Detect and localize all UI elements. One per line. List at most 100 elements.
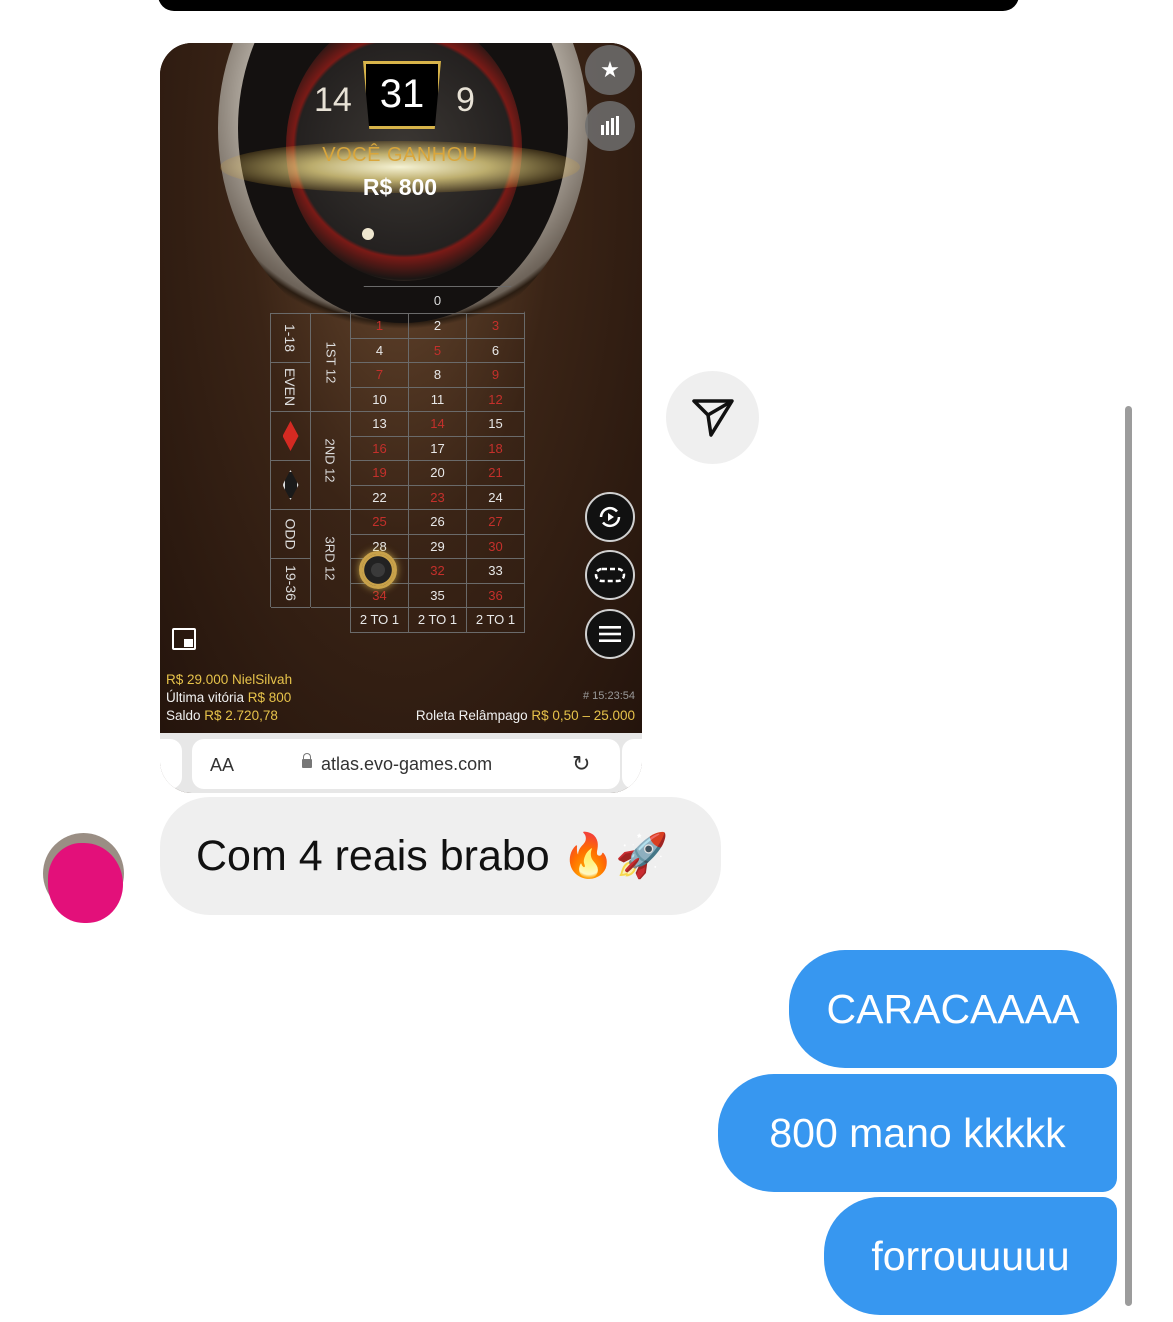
board-cell[interactable]: 32: [409, 559, 467, 584]
board-cell[interactable]: 17: [409, 436, 467, 461]
roulette-game: 14 9 31 VOCÊ GANHOU R$ 800 ★ 0 123456789…: [160, 43, 642, 733]
outgoing-message[interactable]: 800 mano kkkkk: [718, 1074, 1117, 1192]
board-cell[interactable]: 6: [467, 338, 525, 363]
board-cell[interactable]: 7: [351, 363, 409, 388]
bet-1-18[interactable]: 1-18: [271, 314, 310, 363]
avatar-redaction: [48, 843, 123, 923]
board-cell[interactable]: 8: [409, 363, 467, 388]
board-cell[interactable]: 21: [467, 461, 525, 486]
bet-1-18-label: 1-18: [282, 323, 299, 353]
board-cell[interactable]: 13: [351, 412, 409, 437]
board-cell[interactable]: 35: [409, 583, 467, 608]
bet-dozen[interactable]: 3RD 12: [311, 510, 350, 608]
board-cell[interactable]: 10: [351, 387, 409, 412]
statistics-button[interactable]: [585, 101, 635, 151]
game-info-line: Roleta Relâmpago R$ 0,50 – 25.000: [416, 708, 635, 723]
red-diamond-icon: [282, 421, 299, 451]
bet-odd[interactable]: ODD: [271, 510, 310, 559]
favorite-button[interactable]: ★: [585, 45, 635, 95]
bet-dozen-label: 3RD 12: [323, 536, 339, 581]
bet-dozen[interactable]: 2ND 12: [311, 412, 350, 510]
board-cell[interactable]: 18: [467, 436, 525, 461]
bet-red[interactable]: [271, 412, 310, 461]
placed-chip: [359, 551, 397, 589]
last-win-line: Última vitória R$ 800: [166, 690, 291, 705]
scrollbar[interactable]: [1125, 406, 1132, 1306]
board-cell[interactable]: 3: [467, 314, 525, 339]
board-cell[interactable]: 9: [467, 363, 525, 388]
bet-range: R$ 0,50 – 25.000: [531, 708, 635, 723]
round-timestamp: # 15:23:54: [583, 690, 635, 702]
board-cell[interactable]: 2 TO 1: [351, 608, 409, 633]
bet-dozen[interactable]: 1ST 12: [311, 314, 350, 412]
balance-line: Saldo R$ 2.720,78: [166, 708, 278, 723]
board-cell[interactable]: 12: [467, 387, 525, 412]
menu-icon: [599, 626, 621, 642]
replay-icon: [599, 506, 621, 528]
bet-black[interactable]: [271, 461, 310, 510]
zero-cell[interactable]: 0: [350, 286, 525, 313]
board-cell[interactable]: 30: [467, 534, 525, 559]
bet-even[interactable]: EVEN: [271, 363, 310, 412]
last-win-label: Última vitória: [166, 690, 248, 705]
replay-button[interactable]: [585, 492, 635, 542]
bet-dozen-label: 1ST 12: [323, 341, 338, 384]
chip-stack-button[interactable]: [585, 550, 635, 600]
board-cell[interactable]: 19: [351, 461, 409, 486]
board-cell[interactable]: 16: [351, 436, 409, 461]
bet-odd-label: ODD: [282, 518, 299, 550]
share-button[interactable]: [666, 371, 759, 464]
board-cell[interactable]: 4: [351, 338, 409, 363]
win-text: VOCÊ GANHOU: [322, 144, 478, 166]
roulette-ball: [362, 228, 374, 240]
board-cell[interactable]: 27: [467, 510, 525, 535]
board-cell[interactable]: 23: [409, 485, 467, 510]
board-cell[interactable]: 36: [467, 583, 525, 608]
avatar[interactable]: [43, 833, 124, 923]
bet-dozen-label: 2ND 12: [323, 438, 339, 483]
board-cell[interactable]: 29: [409, 534, 467, 559]
chips-icon: [594, 567, 626, 583]
board-cell[interactable]: 15: [467, 412, 525, 437]
board-cell[interactable]: 2 TO 1: [409, 608, 467, 633]
game-menu-button[interactable]: [585, 609, 635, 659]
board-cell[interactable]: 1: [351, 314, 409, 339]
url-text: atlas.evo-games.com: [321, 754, 493, 774]
last-win-value: R$ 800: [247, 690, 292, 705]
bet-even-label: EVEN: [282, 367, 299, 407]
board-cell[interactable]: 2 TO 1: [467, 608, 525, 633]
board-cell[interactable]: 2: [409, 314, 467, 339]
shared-screenshot[interactable]: 14 9 31 VOCÊ GANHOU R$ 800 ★ 0 123456789…: [160, 43, 642, 793]
dozens-column: 1ST 12 2ND 12 3RD 12: [310, 313, 350, 608]
big-win-ticker: R$ 29.000 NielSilvah: [166, 672, 293, 687]
lock-icon: [302, 753, 312, 768]
board-cell[interactable]: 33: [467, 559, 525, 584]
win-amount: R$ 800: [362, 174, 438, 200]
pip-icon[interactable]: [172, 628, 196, 650]
top-black-bar: [158, 0, 1019, 11]
winning-number: 31: [363, 61, 441, 129]
bet-19-36-label: 19-36: [282, 565, 299, 601]
wheel-number-left: 14: [314, 81, 352, 119]
browser-address-bar: AA atlas.evo-games.com ↻: [160, 733, 642, 793]
outgoing-message[interactable]: CARACAAAA: [789, 950, 1117, 1068]
board-cell[interactable]: 20: [409, 461, 467, 486]
board-cell[interactable]: 14: [409, 412, 467, 437]
share-icon: [691, 398, 734, 437]
game-name: Roleta Relâmpago: [415, 708, 532, 723]
balance-value: R$ 2.720,78: [204, 708, 278, 723]
outgoing-message[interactable]: forrouuuuu: [824, 1197, 1117, 1315]
incoming-message[interactable]: Com 4 reais brabo 🔥🚀: [160, 797, 721, 915]
text-size-button[interactable]: AA: [210, 755, 234, 776]
board-cell[interactable]: 25: [351, 510, 409, 535]
bet-19-36[interactable]: 19-36: [271, 559, 310, 608]
board-cell[interactable]: 26: [409, 510, 467, 535]
reload-icon[interactable]: ↻: [572, 751, 590, 777]
board-cell[interactable]: 11: [409, 387, 467, 412]
black-diamond-icon: [282, 470, 299, 500]
board-cell[interactable]: 5: [409, 338, 467, 363]
stats-icon: [601, 116, 619, 135]
board-cell[interactable]: 22: [351, 485, 409, 510]
outside-bets-column: 1-18 EVEN ODD 19-36: [270, 313, 310, 608]
board-cell[interactable]: 24: [467, 485, 525, 510]
